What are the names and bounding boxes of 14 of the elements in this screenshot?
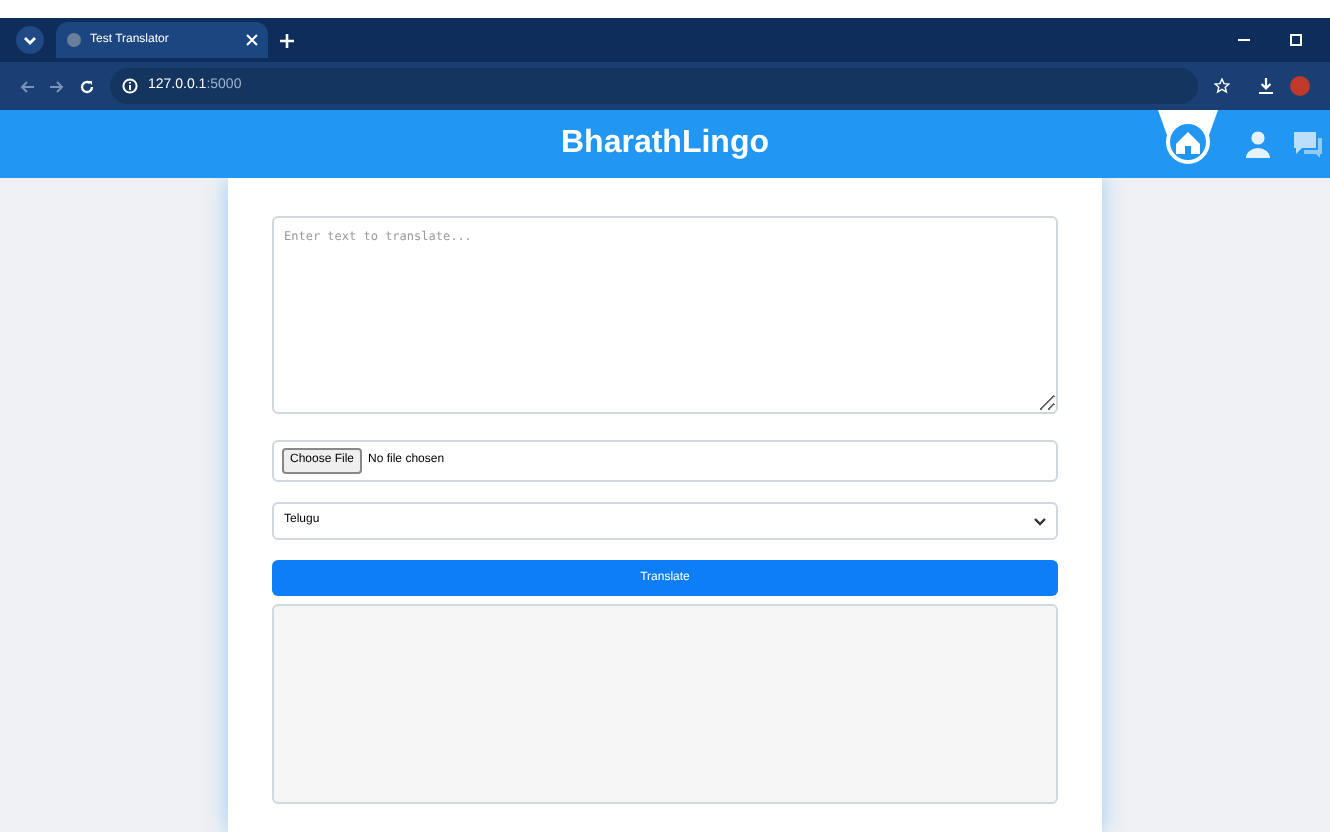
info-icon: [122, 78, 138, 94]
close-icon[interactable]: [246, 34, 258, 46]
back-icon[interactable]: [20, 79, 34, 93]
tab-menu-icon[interactable]: [16, 26, 44, 54]
download-icon[interactable]: [1258, 78, 1274, 94]
restore-icon[interactable]: [1290, 34, 1302, 46]
app-title: BharathLingo: [561, 124, 769, 164]
minimize-icon[interactable]: [1238, 38, 1250, 42]
reload-icon[interactable]: [80, 79, 94, 93]
chevron-down-icon: [1034, 517, 1046, 525]
new-tab-icon[interactable]: [280, 33, 294, 47]
star-icon[interactable]: [1214, 78, 1230, 94]
forward-icon[interactable]: [50, 79, 64, 93]
user-icon[interactable]: [1246, 130, 1270, 158]
